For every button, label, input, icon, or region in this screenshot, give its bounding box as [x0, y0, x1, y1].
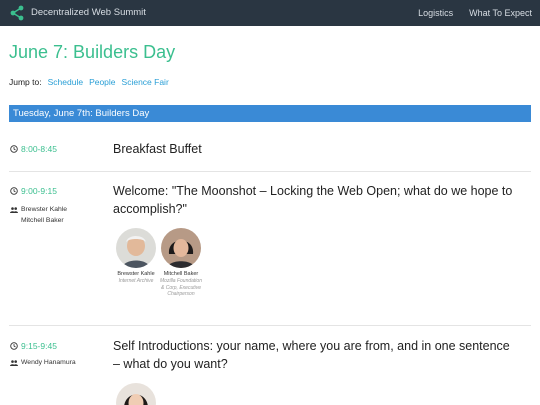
speaker-card[interactable]: Brewster Kahle Internet Archive: [113, 228, 159, 285]
session-time-text: 8:00-8:45: [21, 144, 57, 154]
jump-link-people[interactable]: People: [89, 77, 115, 87]
day-header: Tuesday, June 7th: Builders Day: [9, 105, 531, 122]
speaker-card[interactable]: Mitchell Baker Mozilla Foundation & Corp…: [158, 228, 204, 298]
clock-icon: [10, 145, 18, 153]
session-time: 9:00-9:15: [10, 186, 57, 196]
session-title: Breakfast Buffet: [113, 142, 202, 156]
share-icon[interactable]: [9, 5, 25, 21]
avatar: [116, 228, 156, 268]
speaker-card[interactable]: [113, 383, 159, 405]
session-people: Wendy Hanamura: [10, 357, 76, 368]
session-people: Brewster Kahle Mitchell Baker: [10, 204, 67, 226]
nav-what-to-expect[interactable]: What To Expect: [469, 0, 532, 26]
divider: [9, 171, 531, 172]
jump-label: Jump to:: [9, 77, 42, 87]
people-icon: [10, 359, 18, 366]
session-time: 8:00-8:45: [10, 144, 57, 154]
speaker-org: Internet Archive: [118, 278, 154, 284]
people-icon: [10, 206, 18, 213]
person-name[interactable]: Brewster Kahle: [21, 204, 67, 215]
session-title: Welcome: "The Moonshot – Locking the Web…: [113, 184, 513, 216]
site-title[interactable]: Decentralized Web Summit: [31, 0, 146, 26]
person-name[interactable]: Wendy Hanamura: [21, 357, 76, 368]
top-nav: Logistics What To Expect: [418, 0, 532, 26]
top-navbar: Decentralized Web Summit Logistics What …: [0, 0, 540, 26]
clock-icon: [10, 187, 18, 195]
session-time: 9:15-9:45: [10, 341, 57, 351]
nav-logistics[interactable]: Logistics: [418, 0, 453, 26]
avatar: [116, 383, 156, 405]
speaker-name: Mitchell Baker: [163, 271, 199, 277]
clock-icon: [10, 342, 18, 350]
jump-link-science-fair[interactable]: Science Fair: [122, 77, 169, 87]
person-name[interactable]: Mitchell Baker: [21, 217, 64, 224]
session-time-text: 9:00-9:15: [21, 186, 57, 196]
session-title: Self Introductions: your name, where you…: [113, 339, 510, 371]
jump-to-bar: Jump to: Schedule People Science Fair: [9, 77, 169, 87]
session-time-text: 9:15-9:45: [21, 341, 57, 351]
speaker-org: Mozilla Foundation & Corp, Executive Cha…: [160, 278, 202, 297]
divider: [9, 325, 531, 326]
jump-link-schedule[interactable]: Schedule: [48, 77, 83, 87]
avatar: [161, 228, 201, 268]
speaker-name: Brewster Kahle: [117, 271, 155, 277]
page-title: June 7: Builders Day: [9, 42, 176, 62]
